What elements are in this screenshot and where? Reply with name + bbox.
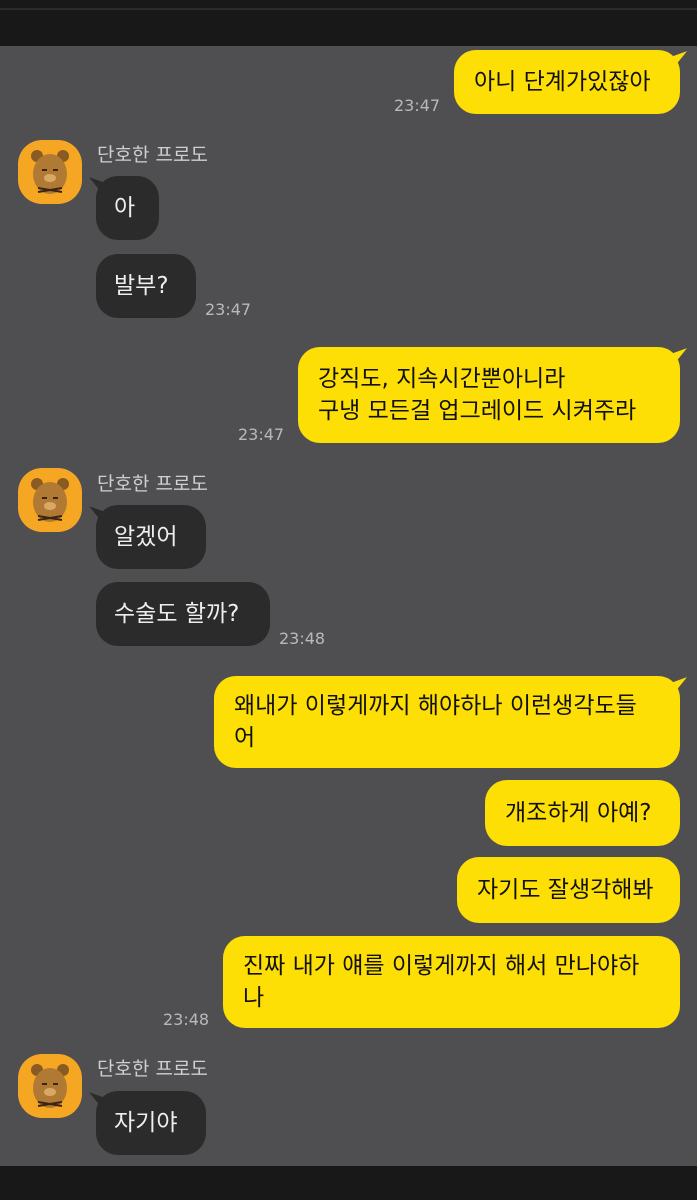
bear-character-icon — [31, 1064, 69, 1108]
bear-character-icon — [31, 150, 69, 194]
incoming-message[interactable]: 수술도 할까? — [96, 582, 270, 646]
bear-character-icon — [31, 478, 69, 522]
outgoing-message[interactable]: 자기도 잘생각해봐 — [457, 857, 680, 923]
bottom-bar — [0, 1166, 697, 1200]
message-time: 23:48 — [279, 629, 326, 648]
outgoing-message[interactable]: 진짜 내가 얘를 이렇게까지 해서 만나야하 나 — [223, 936, 680, 1028]
outgoing-message[interactable]: 왜내가 이렇게까지 해야하나 이런생각도들 어 — [214, 676, 680, 768]
message-time: 23:47 — [205, 300, 252, 319]
incoming-message[interactable]: 자기야 — [96, 1091, 206, 1155]
message-time: 23:47 — [238, 425, 285, 444]
message-time: 23:48 — [163, 1010, 210, 1029]
outgoing-message[interactable]: 강직도, 지속시간뿐아니라 구냉 모든걸 업그레이드 시켜주라 — [298, 347, 680, 443]
avatar[interactable] — [18, 140, 82, 204]
incoming-message[interactable]: 아 — [96, 176, 159, 240]
top-bar — [0, 0, 697, 46]
sender-name: 단호한 프로도 — [97, 473, 208, 495]
sender-name: 단호한 프로도 — [97, 1058, 208, 1080]
avatar[interactable] — [18, 1054, 82, 1118]
message-time: 23:47 — [394, 96, 441, 115]
avatar[interactable] — [18, 468, 82, 532]
incoming-message[interactable]: 알겠어 — [96, 505, 206, 569]
outgoing-message[interactable]: 아니 단계가있잖아 — [454, 50, 680, 114]
sender-name: 단호한 프로도 — [97, 144, 208, 166]
outgoing-message[interactable]: 개조하게 아예? — [485, 780, 680, 846]
incoming-message[interactable]: 발부? — [96, 254, 196, 318]
